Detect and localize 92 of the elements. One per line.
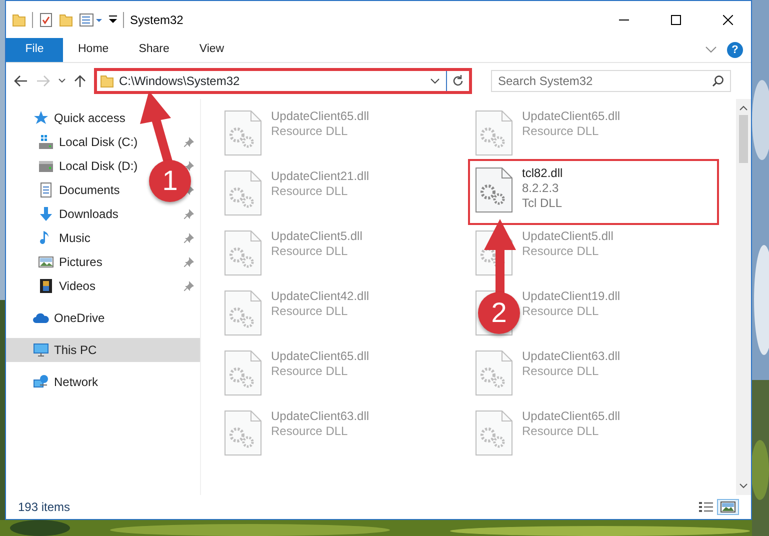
up-arrow-icon[interactable] [74,74,86,88]
dll-file-icon [474,409,514,457]
pin-icon[interactable] [184,281,194,291]
minimize-icon[interactable] [619,18,629,20]
sidebar-item[interactable]: Documents [59,181,120,199]
item-count: 193 items [18,499,72,516]
dll-file-icon [474,349,514,397]
sidebar-item[interactable]: Videos [59,277,96,295]
pin-icon[interactable] [184,161,194,171]
ribbon-tab[interactable]: Share [124,38,184,62]
sidebar-item[interactable]: OneDrive [54,309,105,327]
properties-icon[interactable] [39,12,53,28]
file-detail: Resource DLL [271,304,349,319]
file-detail: Resource DLL [522,304,600,319]
scroll-down-icon[interactable] [739,483,748,489]
file-name: UpdateClient65.dll [271,349,370,364]
caret-icon[interactable] [58,78,66,84]
document-icon [38,182,54,198]
search-icon[interactable] [712,75,724,87]
star-icon [33,110,49,126]
file-detail: Resource DLL [271,184,349,199]
dll-file-icon [223,289,263,337]
maximize-icon[interactable] [671,14,681,24]
pin-icon[interactable] [184,209,194,219]
file-name: UpdateClient21.dll [271,169,370,184]
file-detail: Resource DLL [522,124,600,139]
dropdown-caret-icon[interactable] [430,77,440,85]
file-name: UpdateClient65.dll [271,109,370,124]
toolbar-options-icon[interactable] [79,12,103,26]
folder-icon [100,74,114,88]
scroll-up-icon[interactable] [739,105,748,111]
sidebar-item[interactable]: Local Disk (D:) [59,157,138,175]
file-name: tcl82.dll [522,166,563,181]
details-view-icon[interactable] [698,501,714,513]
close-icon[interactable] [723,14,733,24]
ribbon-tab[interactable]: View [184,38,240,62]
dll-file-icon [474,166,514,214]
file-name: UpdateClient63.dll [522,349,620,364]
window-title: System32 [130,12,184,28]
expand-ribbon-icon[interactable] [705,46,717,54]
network-icon [33,374,49,390]
file-detail: Resource DLL [271,364,349,379]
dll-file-icon [223,349,263,397]
file-name: UpdateClient5.dll [522,229,614,244]
monitor-icon [33,342,49,358]
sidebar-item[interactable]: Pictures [59,253,102,271]
sidebar-item[interactable]: Quick access [54,109,126,127]
scrollbar[interactable] [736,99,751,495]
help-button[interactable]: ? [727,42,743,58]
file-item[interactable]: tcl82.dll 8.2.2.3 Tcl DLL [468,159,719,225]
file-name: UpdateClient65.dll [522,109,620,124]
file-menu-tab[interactable]: File [6,38,63,62]
file-detail: Resource DLL [271,424,349,439]
dll-file-icon [223,409,263,457]
dll-file-icon [474,109,514,157]
large-icons-view-button[interactable] [717,499,739,515]
file-detail: Resource DLL [271,244,349,259]
sidebar-item[interactable]: Downloads [59,205,118,223]
customize-caret-icon[interactable] [109,14,117,24]
ribbon-tab[interactable]: Home [63,38,124,62]
download-icon [38,206,54,222]
file-detail: Resource DLL [522,424,600,439]
file-name: UpdateClient63.dll [271,409,370,424]
sidebar-item[interactable]: Network [54,373,98,391]
file-detail: Resource DLL [271,124,349,139]
file-name: UpdateClient65.dll [522,409,620,424]
file-detail: 8.2.2.3 [522,181,560,196]
drive-icon [38,134,54,150]
pin-icon[interactable] [184,233,194,243]
dll-file-icon [223,109,263,157]
large-icons-view-icon[interactable] [720,501,736,513]
pin-icon[interactable] [184,137,194,147]
file-name: UpdateClient19.dll [522,289,620,304]
drive-icon [38,158,54,174]
search-field[interactable]: Search System32 [491,70,731,92]
back-arrow-icon[interactable] [14,75,28,87]
picture-icon [38,254,54,270]
dll-file-icon [223,229,263,277]
refresh-icon[interactable] [451,74,465,88]
sidebar-item[interactable]: Music [59,229,90,247]
pin-icon[interactable] [184,257,194,267]
sidebar-item[interactable]: Local Disk (C:) [59,133,138,151]
dll-file-icon [223,169,263,217]
file-detail: Resource DLL [522,364,600,379]
address-field[interactable]: C:\Windows\System32 [94,68,472,94]
file-detail: Resource DLL [522,244,600,259]
scrollbar-thumb[interactable] [739,115,748,163]
sidebar-item[interactable]: This PC [6,338,200,362]
file-name: UpdateClient42.dll [271,289,370,304]
file-name: UpdateClient5.dll [271,229,362,244]
file-detail: Tcl DLL [522,196,563,211]
film-icon [38,278,54,294]
